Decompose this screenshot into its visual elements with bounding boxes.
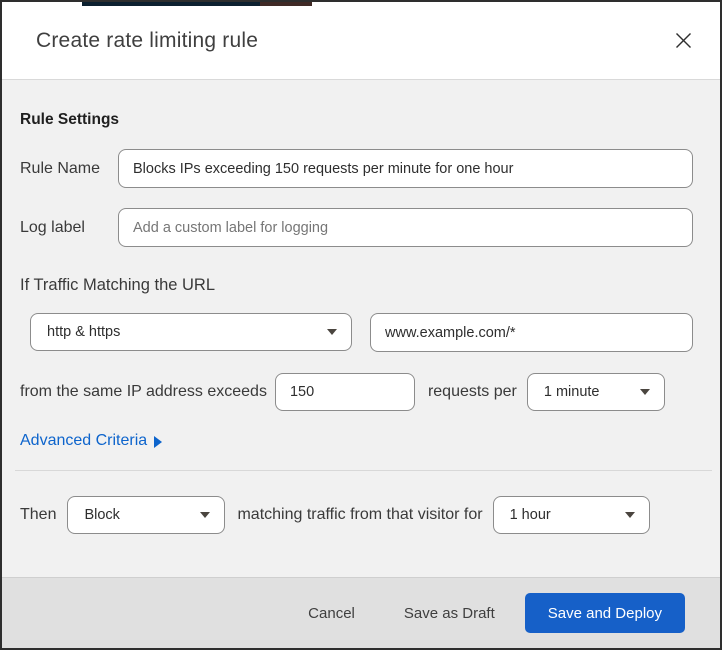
advanced-criteria-link[interactable]: Advanced Criteria — [20, 432, 163, 450]
then-middle-text: matching traffic from that visitor for — [237, 506, 483, 523]
save-as-draft-button[interactable]: Save as Draft — [400, 599, 499, 628]
requests-per-text: requests per — [427, 383, 517, 400]
scheme-select[interactable]: http & https — [30, 313, 352, 351]
log-label-row: Log label — [20, 208, 693, 247]
duration-select[interactable]: 1 hour — [492, 496, 650, 534]
period-select-value: 1 minute — [543, 384, 600, 400]
close-button[interactable] — [671, 28, 696, 53]
background-page-strip-navy — [82, 2, 260, 6]
url-input-wrap — [370, 313, 693, 352]
advanced-criteria-label: Advanced Criteria — [20, 432, 148, 449]
section-divider — [15, 470, 712, 471]
close-icon — [676, 33, 691, 48]
traffic-match-intro: If Traffic Matching the URL — [20, 276, 216, 294]
create-rate-limiting-rule-dialog: Create rate limiting rule Rule Settings … — [0, 0, 722, 650]
exceeds-text: from the same IP address exceeds — [20, 383, 267, 400]
rule-settings-heading: Rule Settings — [20, 111, 120, 128]
requests-count-input[interactable] — [274, 373, 415, 411]
rule-name-row: Rule Name — [20, 149, 693, 188]
action-select[interactable]: Block — [67, 496, 226, 534]
period-select[interactable]: 1 minute — [526, 373, 665, 411]
traffic-match-row: http & https — [30, 313, 693, 352]
dialog-header: Create rate limiting rule — [2, 2, 720, 80]
caret-down-icon — [327, 329, 337, 335]
caret-right-icon — [154, 436, 163, 448]
duration-select-value: 1 hour — [509, 507, 551, 523]
log-label-label: Log label — [20, 218, 85, 236]
dialog-body: Rule Settings Rule Name Log label If Tra… — [2, 111, 720, 534]
scheme-select-value: http & https — [47, 324, 121, 340]
caret-down-icon — [624, 512, 635, 518]
rule-name-label: Rule Name — [20, 159, 101, 177]
threshold-row: from the same IP address exceeds request… — [20, 373, 693, 411]
cancel-button[interactable]: Cancel — [304, 599, 359, 628]
background-page-strip-red — [260, 2, 312, 6]
action-select-value: Block — [84, 507, 120, 523]
rule-name-input[interactable] — [118, 149, 693, 188]
log-label-input[interactable] — [118, 208, 693, 247]
caret-down-icon — [200, 512, 211, 518]
url-pattern-input[interactable] — [370, 313, 693, 352]
caret-down-icon — [639, 389, 650, 395]
save-and-deploy-button[interactable]: Save and Deploy — [524, 593, 685, 633]
dialog-title: Create rate limiting rule — [36, 28, 259, 52]
dialog-footer: Cancel Save as Draft Save and Deploy — [2, 577, 720, 648]
then-label: Then — [20, 506, 57, 523]
then-row: Then Block matching traffic from that vi… — [20, 496, 693, 534]
